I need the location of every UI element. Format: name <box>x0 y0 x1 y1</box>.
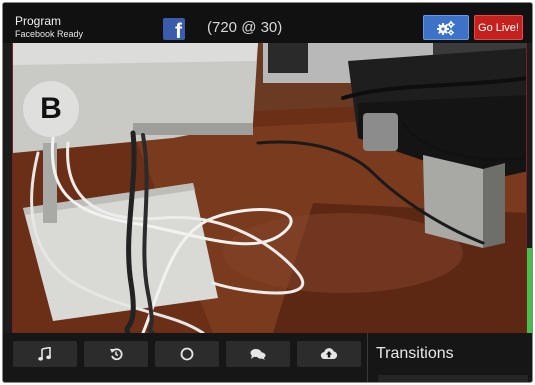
comments-button[interactable] <box>226 341 290 367</box>
stream-status: Facebook Ready <box>15 29 84 39</box>
replay-icon <box>110 348 123 361</box>
music-button[interactable] <box>13 341 77 367</box>
facebook-icon[interactable]: f <box>163 18 185 40</box>
upload-button[interactable] <box>297 341 361 367</box>
resolution-label: (720 @ 30) <box>207 19 283 36</box>
bottom-toolbar: Transitions <box>3 333 532 382</box>
program-title: Program <box>15 14 62 28</box>
camera-feed-image <box>13 43 526 333</box>
audio-level-meter <box>527 248 532 334</box>
app-window: Program Facebook Ready f (720 @ 30) Go L… <box>2 2 533 383</box>
music-note-icon <box>38 347 51 361</box>
toolbar-divider <box>367 333 368 382</box>
header-bar: Program Facebook Ready f (720 @ 30) Go L… <box>3 3 532 43</box>
cloud-upload-icon <box>320 348 338 360</box>
source-badge: B <box>23 81 79 137</box>
gears-icon <box>437 20 455 35</box>
transitions-label[interactable]: Transitions <box>376 345 454 363</box>
record-button[interactable] <box>155 341 219 367</box>
circle-icon <box>180 347 194 361</box>
program-preview: B <box>12 43 527 333</box>
transitions-strip <box>378 375 528 382</box>
settings-button[interactable] <box>423 15 469 40</box>
replay-button[interactable] <box>84 341 148 367</box>
go-live-button[interactable]: Go Live! <box>474 15 523 40</box>
chat-bubbles-icon <box>250 349 266 360</box>
